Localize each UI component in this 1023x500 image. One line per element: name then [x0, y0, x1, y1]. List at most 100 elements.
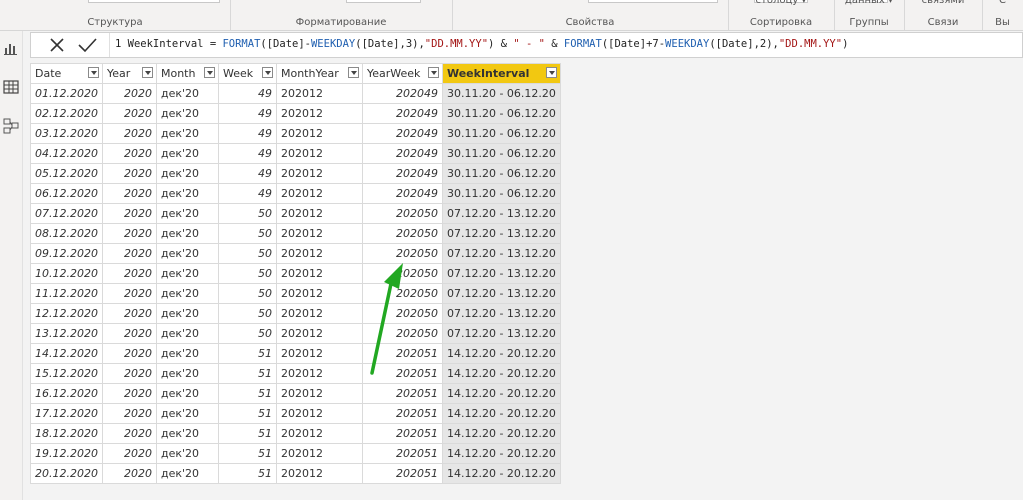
- cell-yearweek[interactable]: 202051: [361, 443, 443, 464]
- cell-month[interactable]: дек'20: [155, 443, 219, 464]
- cell-year[interactable]: 2020: [101, 463, 157, 484]
- cell-week[interactable]: 51: [217, 403, 277, 424]
- table-row[interactable]: 02.12.2020 2020 дек'20 49 202012 202049 30.11.…: [30, 103, 561, 124]
- cell-month[interactable]: дек'20: [155, 183, 219, 204]
- cell-yearweek[interactable]: 202051: [361, 403, 443, 424]
- cell-monthyear[interactable]: 202012: [275, 283, 363, 304]
- ribbon-button-label[interactable]: столбцу ▾: [728, 0, 834, 6]
- cell-monthyear[interactable]: 202012: [275, 423, 363, 444]
- cell-month[interactable]: дек'20: [155, 363, 219, 384]
- cell-month[interactable]: дек'20: [155, 463, 219, 484]
- cell-monthyear[interactable]: 202012: [275, 343, 363, 364]
- table-row[interactable]: 10.12.2020 2020 дек'20 50 202012 202050 07.12.…: [30, 263, 561, 284]
- cell-week[interactable]: 49: [217, 103, 277, 124]
- table-row[interactable]: 18.12.2020 2020 дек'20 51 202012 202051 14.12.…: [30, 423, 561, 444]
- cell-yearweek[interactable]: 202050: [361, 263, 443, 284]
- filter-dropdown-icon[interactable]: [545, 67, 557, 78]
- cell-weekinterval[interactable]: 07.12.20 - 13.12.20: [441, 323, 561, 344]
- cell-year[interactable]: 2020: [101, 363, 157, 384]
- cell-yearweek[interactable]: 202051: [361, 363, 443, 384]
- table-row[interactable]: 09.12.2020 2020 дек'20 50 202012 202050 07.12.…: [30, 243, 561, 264]
- cell-month[interactable]: дек'20: [155, 303, 219, 324]
- cell-date[interactable]: 13.12.2020: [30, 323, 103, 344]
- column-header-year[interactable]: Year: [101, 63, 157, 84]
- cell-month[interactable]: дек'20: [155, 103, 219, 124]
- cell-monthyear[interactable]: 202012: [275, 443, 363, 464]
- cell-week[interactable]: 49: [217, 83, 277, 104]
- cell-week[interactable]: 49: [217, 143, 277, 164]
- cell-month[interactable]: дек'20: [155, 423, 219, 444]
- cell-year[interactable]: 2020: [101, 103, 157, 124]
- cell-monthyear[interactable]: 202012: [275, 403, 363, 424]
- table-row[interactable]: 20.12.2020 2020 дек'20 51 202012 202051 14.12.…: [30, 463, 561, 484]
- cell-yearweek[interactable]: 202049: [361, 103, 443, 124]
- cell-date[interactable]: 07.12.2020: [30, 203, 103, 224]
- column-header-monthyear[interactable]: MonthYear: [275, 63, 363, 84]
- cell-weekinterval[interactable]: 07.12.20 - 13.12.20: [441, 243, 561, 264]
- cell-monthyear[interactable]: 202012: [275, 463, 363, 484]
- cell-date[interactable]: 14.12.2020: [30, 343, 103, 364]
- filter-dropdown-icon[interactable]: [427, 67, 439, 78]
- cell-year[interactable]: 2020: [101, 163, 157, 184]
- cell-date[interactable]: 15.12.2020: [30, 363, 103, 384]
- table-row[interactable]: 16.12.2020 2020 дек'20 51 202012 202051 14.12.…: [30, 383, 561, 404]
- cell-month[interactable]: дек'20: [155, 143, 219, 164]
- ribbon-button-label[interactable]: данных ▾: [834, 0, 904, 6]
- cell-weekinterval[interactable]: 14.12.20 - 20.12.20: [441, 443, 561, 464]
- cell-yearweek[interactable]: 202050: [361, 243, 443, 264]
- cell-yearweek[interactable]: 202049: [361, 143, 443, 164]
- model-view-icon[interactable]: [2, 117, 20, 135]
- data-view-icon[interactable]: [2, 78, 20, 96]
- ribbon-control[interactable]: [346, 0, 421, 3]
- ribbon-control[interactable]: [588, 0, 718, 3]
- cell-monthyear[interactable]: 202012: [275, 243, 363, 264]
- cell-date[interactable]: 01.12.2020: [30, 83, 103, 104]
- cell-week[interactable]: 50: [217, 203, 277, 224]
- table-row[interactable]: 13.12.2020 2020 дек'20 50 202012 202050 07.12.…: [30, 323, 561, 344]
- cell-year[interactable]: 2020: [101, 203, 157, 224]
- cell-month[interactable]: дек'20: [155, 383, 219, 404]
- filter-dropdown-icon[interactable]: [261, 67, 273, 78]
- cell-year[interactable]: 2020: [101, 183, 157, 204]
- cell-date[interactable]: 04.12.2020: [30, 143, 103, 164]
- table-row[interactable]: 15.12.2020 2020 дек'20 51 202012 202051 14.12.…: [30, 363, 561, 384]
- cell-year[interactable]: 2020: [101, 243, 157, 264]
- cell-year[interactable]: 2020: [101, 303, 157, 324]
- cell-year[interactable]: 2020: [101, 83, 157, 104]
- cell-weekinterval[interactable]: 07.12.20 - 13.12.20: [441, 263, 561, 284]
- column-header-date[interactable]: Date: [30, 63, 103, 84]
- cell-week[interactable]: 51: [217, 343, 277, 364]
- cell-year[interactable]: 2020: [101, 263, 157, 284]
- cell-week[interactable]: 50: [217, 323, 277, 344]
- table-row[interactable]: 05.12.2020 2020 дек'20 49 202012 202049 30.11.…: [30, 163, 561, 184]
- cell-week[interactable]: 50: [217, 243, 277, 264]
- formula-text[interactable]: 1 WeekInterval = FORMAT([Date]-WEEKDAY([…: [115, 38, 848, 50]
- cell-week[interactable]: 51: [217, 443, 277, 464]
- cell-year[interactable]: 2020: [101, 383, 157, 404]
- cell-date[interactable]: 06.12.2020: [30, 183, 103, 204]
- cell-month[interactable]: дек'20: [155, 243, 219, 264]
- cell-date[interactable]: 17.12.2020: [30, 403, 103, 424]
- cell-weekinterval[interactable]: 30.11.20 - 06.12.20: [441, 83, 561, 104]
- cell-monthyear[interactable]: 202012: [275, 323, 363, 344]
- table-row[interactable]: 03.12.2020 2020 дек'20 49 202012 202049 30.11.…: [30, 123, 561, 144]
- cell-date[interactable]: 19.12.2020: [30, 443, 103, 464]
- cell-yearweek[interactable]: 202050: [361, 203, 443, 224]
- cell-weekinterval[interactable]: 07.12.20 - 13.12.20: [441, 203, 561, 224]
- table-row[interactable]: 08.12.2020 2020 дек'20 50 202012 202050 07.12.…: [30, 223, 561, 244]
- cell-yearweek[interactable]: 202050: [361, 323, 443, 344]
- cell-weekinterval[interactable]: 07.12.20 - 13.12.20: [441, 303, 561, 324]
- cell-yearweek[interactable]: 202051: [361, 463, 443, 484]
- cell-weekinterval[interactable]: 14.12.20 - 20.12.20: [441, 383, 561, 404]
- cell-date[interactable]: 12.12.2020: [30, 303, 103, 324]
- cell-yearweek[interactable]: 202049: [361, 123, 443, 144]
- cell-weekinterval[interactable]: 30.11.20 - 06.12.20: [441, 123, 561, 144]
- cell-monthyear[interactable]: 202012: [275, 363, 363, 384]
- cell-date[interactable]: 16.12.2020: [30, 383, 103, 404]
- commit-formula-icon[interactable]: [75, 35, 99, 55]
- column-header-week[interactable]: Week: [217, 63, 277, 84]
- cell-weekinterval[interactable]: 14.12.20 - 20.12.20: [441, 343, 561, 364]
- column-header-weekinterval[interactable]: WeekInterval: [441, 63, 561, 84]
- cell-date[interactable]: 09.12.2020: [30, 243, 103, 264]
- ribbon-button-label[interactable]: С: [982, 0, 1023, 6]
